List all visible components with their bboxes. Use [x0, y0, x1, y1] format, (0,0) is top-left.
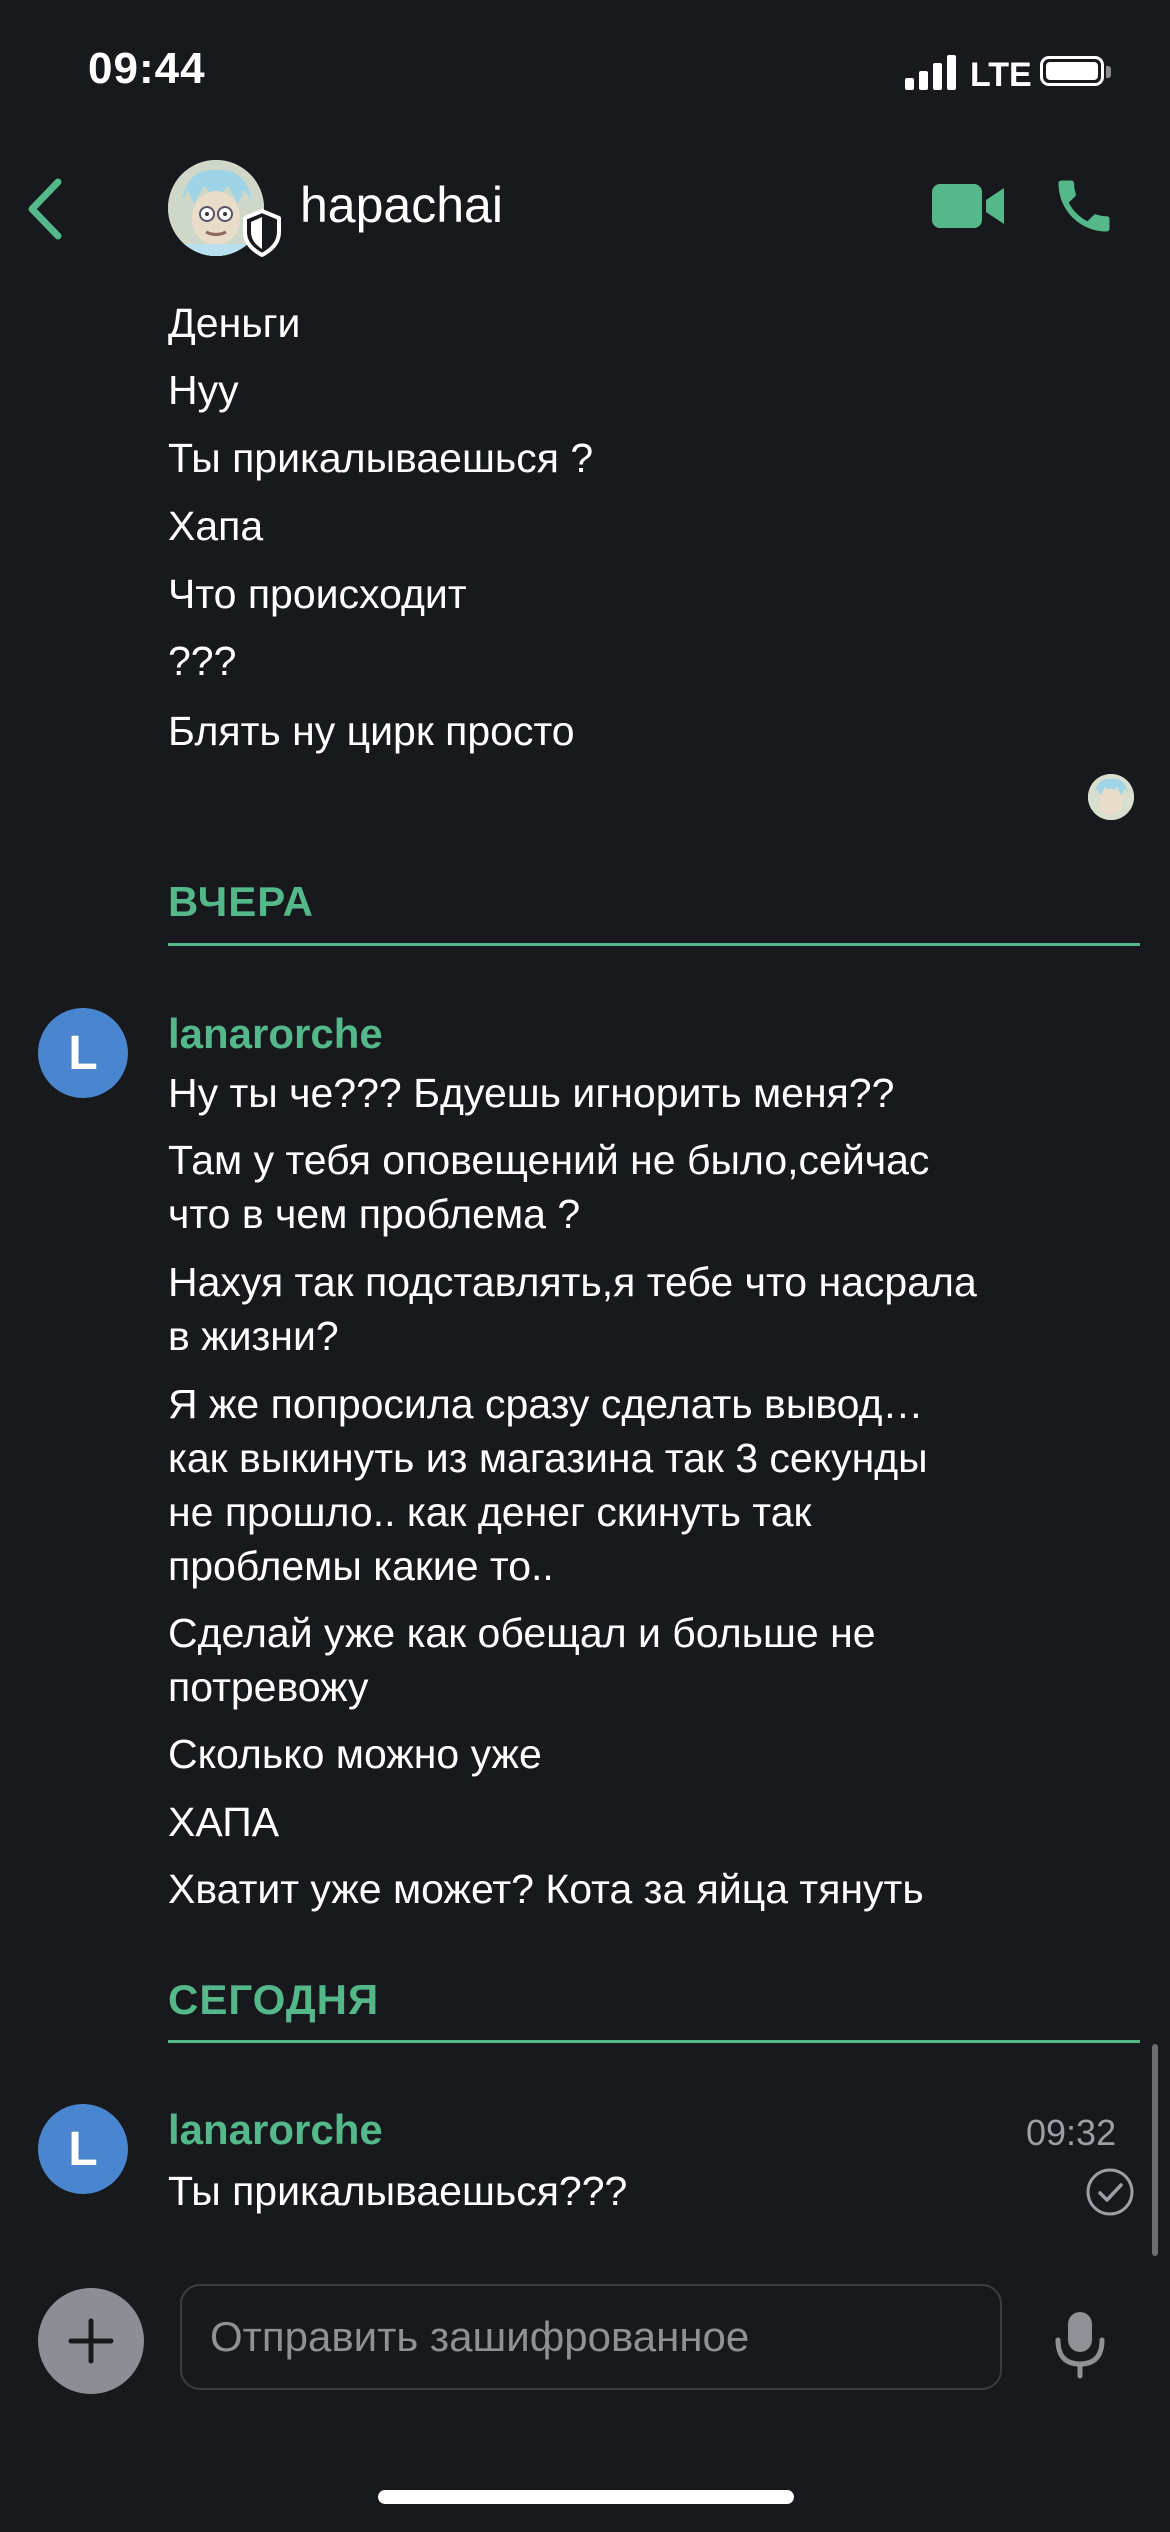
day-divider-label: СЕГОДНЯ: [168, 1976, 380, 2023]
sender-name[interactable]: lanarorche: [168, 2106, 383, 2154]
message-text: Сколько можно уже: [168, 1731, 542, 1777]
chat-title[interactable]: hapachai: [300, 176, 503, 234]
video-call-icon[interactable]: [930, 178, 1006, 234]
message-text: Хватит уже может? Кота за яйца тянуть: [168, 1866, 924, 1912]
message-text: Я же попросила сразу сделать вывод… как …: [168, 1381, 928, 1589]
message-text: Там у тебя оповещений не было,сейчас что…: [168, 1137, 930, 1237]
message-text: Деньги: [168, 300, 301, 346]
message-text: ???: [168, 638, 237, 684]
message-text: Что происходит: [168, 571, 467, 617]
message-text: Ты прикалываешься ?: [168, 435, 594, 481]
battery-icon: [1040, 56, 1104, 86]
day-divider-label: ВЧЕРА: [168, 878, 314, 925]
attach-button[interactable]: [38, 2288, 144, 2394]
message-text: Хапа: [168, 503, 264, 549]
message-input[interactable]: [180, 2284, 1002, 2390]
back-chevron-icon[interactable]: [20, 176, 72, 242]
scrollbar[interactable]: [1152, 2044, 1158, 2256]
message-text: Сделай уже как обещал и больше не потрев…: [168, 1610, 876, 1710]
phone-call-icon[interactable]: [1050, 172, 1118, 240]
message-timestamp: 09:32: [1026, 2112, 1117, 2153]
message-text: Нахуя так подставлять,я тебе что насрала…: [168, 1259, 977, 1359]
read-check-icon: [1086, 2168, 1134, 2216]
read-receipt-avatar: [1088, 774, 1134, 820]
message-text: Ты прикалываешься???: [168, 2168, 628, 2214]
home-indicator[interactable]: [378, 2490, 794, 2504]
sender-name[interactable]: lanarorche: [168, 1010, 383, 1058]
sender-avatar[interactable]: L: [38, 2104, 128, 2194]
day-divider-line: [168, 943, 1140, 946]
sender-avatar[interactable]: L: [38, 1008, 128, 1098]
network-type: LTE: [970, 56, 1032, 94]
battery-cap: [1106, 66, 1111, 78]
message-text: Нуу: [168, 367, 239, 413]
status-time: 09:44: [88, 44, 206, 93]
microphone-icon[interactable]: [1050, 2310, 1110, 2380]
plus-icon: [68, 2318, 114, 2364]
message-text: Ну ты че??? Бдуешь игнорить меня??: [168, 1070, 895, 1116]
signal-strength-icon: [905, 54, 957, 90]
message-text: Блять ну цирк просто: [168, 708, 575, 754]
day-divider-line: [168, 2040, 1140, 2043]
message-text: ХАПА: [168, 1799, 280, 1845]
shield-icon: [243, 209, 281, 257]
